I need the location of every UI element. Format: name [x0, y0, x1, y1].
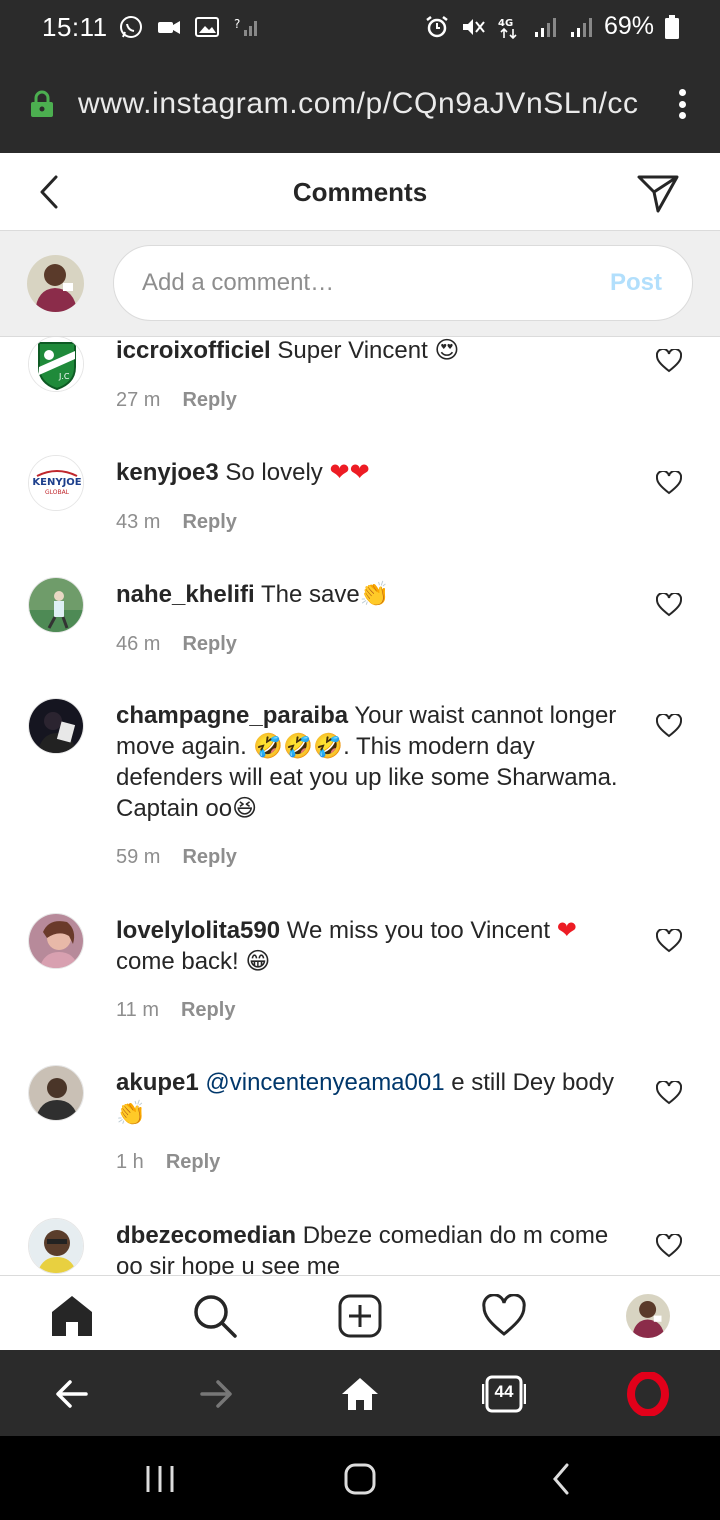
signal-icon [534, 17, 556, 37]
alarm-icon [426, 15, 448, 37]
reply-button[interactable]: Reply [181, 999, 235, 1022]
battery-percent: 69% [603, 12, 654, 40]
kenyjoe-logo-sub: GLOBAL [45, 489, 70, 496]
android-nav-bar [0, 1436, 720, 1520]
profile-avatar[interactable] [626, 1294, 670, 1338]
comment-list: J.C iccroixofficiel Super Vincent 😍 27 m… [0, 337, 720, 1275]
heart-icon[interactable] [656, 714, 682, 738]
heart-icon[interactable] [656, 1234, 682, 1258]
comment-emoji: 👏 [359, 580, 390, 608]
image-icon [195, 17, 219, 37]
comment-text: So lovely [225, 459, 323, 486]
avatar[interactable] [28, 1218, 84, 1274]
heart-icon[interactable] [656, 1081, 682, 1105]
comment-time: 11 m [116, 999, 159, 1021]
kenyjoe-logo-text: KENYJOE [32, 477, 81, 488]
comment-emoji: 😍 [434, 337, 460, 364]
no-signal-icon: ? [234, 17, 257, 36]
tab-count: 44 [494, 1382, 514, 1401]
comment-text-continued: come back! [116, 948, 239, 975]
home-icon[interactable] [338, 1372, 382, 1416]
opera-menu-icon[interactable] [626, 1372, 670, 1416]
svg-text:J.C: J.C [58, 372, 70, 381]
browser-url-bar: www.instagram.com/p/CQn9aJVnSLn/cc [0, 56, 720, 153]
svg-text:4G: 4G [498, 18, 513, 29]
reply-button[interactable]: Reply [166, 1151, 220, 1174]
android-home-icon[interactable] [343, 1462, 377, 1496]
comment-emoji: ❤❤ [329, 458, 370, 486]
comment-time: 43 m [116, 511, 161, 533]
comment-text: Super Vincent [277, 337, 428, 364]
comment-input[interactable]: Add a comment… Post [113, 245, 693, 321]
page-title: Comments [292, 177, 428, 207]
url-text[interactable]: www.instagram.com/p/CQn9aJVnSLn/cc [78, 87, 646, 121]
4g-icon: 4G [498, 18, 517, 39]
status-time: 15:11 [42, 12, 108, 42]
comment-emoji: 🤣🤣🤣 [253, 732, 344, 760]
avatar [27, 255, 84, 312]
forward-arrow-icon[interactable] [194, 1372, 238, 1416]
more-options-icon[interactable] [678, 89, 686, 119]
comment-emoji: 😆 [232, 794, 258, 822]
comments-header: Comments [0, 153, 720, 231]
comment-text: We miss you too Vincent [286, 917, 551, 944]
heart-icon[interactable] [482, 1294, 526, 1338]
comment-username[interactable]: champagne_paraiba [116, 702, 348, 729]
status-bar: 15:11 ? 4G 69% [0, 0, 720, 56]
comment-text: The save [260, 581, 360, 608]
comment-username[interactable]: iccroixofficiel [116, 337, 271, 364]
video-icon [158, 21, 180, 34]
comment-time: 46 m [116, 633, 161, 655]
comment-composer: Add a comment… Post [0, 231, 720, 337]
reply-button[interactable]: Reply [182, 633, 236, 656]
post-button[interactable]: Post [610, 269, 662, 297]
comment-username[interactable]: dbezecomedian [116, 1222, 296, 1249]
reply-button[interactable]: Reply [182, 389, 236, 412]
comment-placeholder: Add a comment… [142, 269, 335, 296]
avatar[interactable] [28, 698, 84, 754]
instagram-bottom-nav [0, 1275, 720, 1350]
home-icon[interactable] [50, 1294, 94, 1338]
signal-icon [570, 17, 592, 37]
comment-username[interactable]: kenyjoe3 [116, 459, 219, 486]
comment-emoji: 👏 [116, 1099, 146, 1127]
lock-icon [31, 90, 53, 117]
avatar[interactable]: J.C [28, 337, 84, 392]
direct-send-icon[interactable] [636, 171, 680, 215]
heart-icon[interactable] [656, 349, 682, 373]
battery-icon [665, 14, 679, 39]
heart-icon[interactable] [656, 593, 682, 617]
comment-time: 59 m [116, 846, 161, 868]
comment-text: e still Dey body [451, 1069, 614, 1096]
reply-button[interactable]: Reply [182, 511, 236, 534]
heart-icon[interactable] [656, 929, 682, 953]
mute-icon [462, 18, 485, 35]
tabs-button[interactable]: 44 [481, 1372, 527, 1416]
recent-apps-icon[interactable] [143, 1462, 177, 1496]
avatar[interactable] [28, 577, 84, 633]
comment-username[interactable]: akupe1 [116, 1069, 199, 1096]
svg-text:?: ? [234, 17, 240, 31]
reply-button[interactable]: Reply [182, 846, 236, 869]
browser-toolbar: 44 [0, 1350, 720, 1436]
android-back-icon[interactable] [545, 1462, 579, 1496]
status-left-icons: ? [118, 14, 258, 40]
comment-username[interactable]: nahe_khelifi [116, 581, 255, 608]
comment-emoji: 😁 [245, 947, 271, 975]
avatar[interactable] [28, 1065, 84, 1121]
comment-mention[interactable]: @vincentenyeama001 [205, 1069, 444, 1096]
comment-username[interactable]: lovelylolita590 [116, 917, 280, 944]
search-icon[interactable] [193, 1294, 237, 1338]
whatsapp-icon [120, 16, 142, 38]
avatar[interactable] [28, 913, 84, 969]
avatar[interactable]: KENYJOE GLOBAL [28, 455, 84, 511]
comment-time: 1 h [116, 1151, 144, 1173]
new-post-icon[interactable] [338, 1294, 382, 1338]
comment-emoji: ❤ [556, 916, 577, 944]
back-arrow-icon[interactable] [50, 1372, 94, 1416]
comment-time: 27 m [116, 389, 161, 411]
heart-icon[interactable] [656, 471, 682, 495]
status-right-icons: 4G 69% [424, 12, 680, 41]
